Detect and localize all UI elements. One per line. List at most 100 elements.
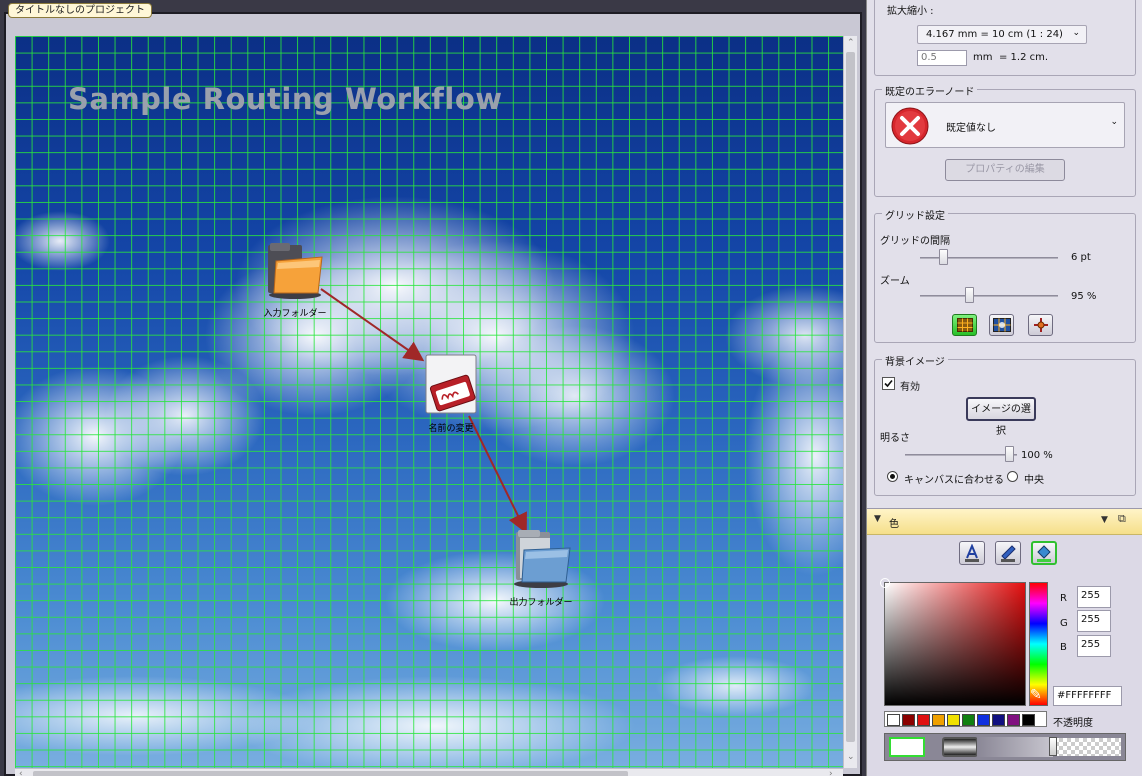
enabled-label: 有効 [900, 382, 920, 393]
connector-input-to-rename [320, 288, 425, 362]
horizontal-scrollbar[interactable]: ‹ › [15, 768, 843, 776]
scroll-left-icon[interactable]: ‹ [19, 769, 23, 776]
vertical-scroll-thumb[interactable] [846, 52, 855, 742]
solid-fill-button[interactable] [889, 737, 925, 757]
red-input[interactable]: 255 [1077, 586, 1111, 608]
color-swatch[interactable] [962, 714, 975, 726]
properties-panel: 拡大縮小 : 4.167 mm = 10 cm (1 : 24) ⌄ 0.5 m… [866, 0, 1142, 776]
grid-image-icon [992, 318, 1011, 332]
snap-to-grid-button[interactable] [1028, 314, 1053, 336]
grid-zoom-slider-track[interactable] [920, 295, 1058, 297]
node-rename[interactable]: 名前の変更 [419, 354, 483, 434]
green-label: G [1060, 618, 1068, 629]
error-node-title: 既定のエラーノード [882, 83, 978, 98]
background-image-group: 背景イメージ 有効 イメージの選択 明るさ 100 % キャンバスに合わせる 中… [874, 353, 1136, 496]
color-swatch[interactable] [932, 714, 945, 726]
blue-label: B [1060, 642, 1067, 653]
fit-canvas-radio[interactable] [887, 471, 898, 482]
scroll-down-icon[interactable]: ⌄ [847, 752, 855, 762]
pen-line-icon [1001, 545, 1016, 562]
eyedropper-icon[interactable]: ✎ [1030, 687, 1042, 703]
blue-folder-icon [514, 530, 571, 588]
orange-folder-icon [268, 243, 323, 299]
color-swatch[interactable] [947, 714, 960, 726]
error-node-select[interactable]: 既定値なし ⌄ [885, 102, 1125, 148]
line-color-button[interactable] [995, 541, 1021, 565]
grid-icon [956, 318, 973, 332]
grid-spacing-slider-thumb[interactable] [939, 249, 948, 265]
mm-unit-label: mm [973, 52, 993, 63]
color-swatch[interactable] [902, 714, 915, 726]
color-swatches [884, 711, 1047, 727]
color-field[interactable] [880, 578, 1026, 706]
red-label: R [1060, 593, 1067, 604]
green-input[interactable]: 255 [1077, 610, 1111, 632]
color-picker-cursor[interactable] [880, 578, 890, 588]
grid-zoom-slider-thumb[interactable] [965, 287, 974, 303]
snap-crosshair-icon [1033, 318, 1048, 332]
brightness-slider-track[interactable] [905, 454, 1017, 456]
color-swatch[interactable] [1022, 714, 1035, 726]
horizontal-scroll-thumb[interactable] [33, 771, 628, 776]
grid-spacing-label: グリッドの間隔 [880, 236, 950, 247]
vertical-scrollbar[interactable]: ⌃ ⌄ [843, 36, 857, 768]
scale-select-value: 4.167 mm = 10 cm (1 : 24) [926, 29, 1063, 40]
brightness-label: 明るさ [880, 433, 910, 444]
chevron-down-icon: ⌄ [1072, 28, 1080, 38]
color-section: ▼ 色 ▼ ⧉ ✎ R 255 G 255 B 255 #FFFFFFFF 不透… [867, 508, 1142, 776]
color-swatch[interactable] [887, 714, 900, 726]
node-label: 出力フォルダー [509, 598, 573, 608]
brightness-value: 100 % [1021, 450, 1053, 461]
scroll-right-icon[interactable]: › [829, 769, 833, 776]
mm-input[interactable]: 0.5 [917, 50, 967, 66]
color-title: 色 [889, 519, 899, 530]
scroll-up-icon[interactable]: ⌃ [847, 38, 855, 48]
document-frame: Sample Routing Workflow 入力フォルダー 名前の変更 出力… [4, 12, 862, 776]
scale-group: 拡大縮小 : 4.167 mm = 10 cm (1 : 24) ⌄ 0.5 m… [874, 0, 1136, 76]
node-output-folder[interactable]: 出力フォルダー [506, 528, 576, 608]
app-window: タイトルなしのプロジェクト Sample Routing Workflow 入力… [0, 0, 1142, 776]
grid-settings-group: グリッド設定 グリッドの間隔 6 pt ズーム 95 % [874, 207, 1136, 343]
hex-input[interactable]: #FFFFFFFF [1053, 686, 1122, 706]
scale-select[interactable]: 4.167 mm = 10 cm (1 : 24) ⌄ [917, 25, 1087, 44]
paint-bucket-icon [1037, 545, 1051, 562]
center-radio[interactable] [1007, 471, 1018, 482]
toggle-grid-button[interactable] [952, 314, 977, 336]
workflow-canvas[interactable]: Sample Routing Workflow 入力フォルダー 名前の変更 出力… [15, 36, 843, 768]
color-swatch[interactable] [992, 714, 1005, 726]
edit-properties-button[interactable]: プロパティの編集 [945, 159, 1065, 181]
fit-canvas-label: キャンバスに合わせる [904, 475, 1004, 486]
document-tab[interactable]: タイトルなしのプロジェクト [8, 3, 152, 18]
dropdown-triangle-icon[interactable]: ▼ [1101, 515, 1108, 525]
color-swatch[interactable] [1007, 714, 1020, 726]
scale-label: 拡大縮小 : [887, 6, 934, 17]
gradient-fill-button[interactable] [942, 737, 978, 757]
checkmark-icon [884, 379, 893, 388]
node-label: 入力フォルダー [263, 309, 327, 319]
rename-tag-icon [425, 354, 477, 414]
text-color-icon [965, 544, 979, 562]
center-label: 中央 [1024, 475, 1044, 486]
text-color-button[interactable] [959, 541, 985, 565]
grid-settings-title: グリッド設定 [882, 207, 948, 222]
fill-color-button[interactable] [1031, 541, 1057, 565]
cm-equivalent-label: = 1.2 cm. [999, 52, 1049, 63]
color-header[interactable]: ▼ 色 ▼ ⧉ [867, 509, 1142, 535]
grid-spacing-value: 6 pt [1071, 252, 1091, 263]
brightness-slider-thumb[interactable] [1005, 446, 1014, 462]
opacity-label: 不透明度 [1053, 718, 1093, 729]
grid-zoom-label: ズーム [880, 276, 910, 287]
node-input-folder[interactable]: 入力フォルダー [260, 239, 330, 319]
opacity-slider-thumb[interactable] [1049, 737, 1057, 756]
opacity-gradient [977, 737, 1053, 757]
grid-image-button[interactable] [989, 314, 1014, 336]
select-image-button[interactable]: イメージの選択 [966, 397, 1036, 437]
color-swatch[interactable] [917, 714, 930, 726]
enabled-checkbox[interactable] [882, 377, 895, 390]
opacity-slider[interactable] [1049, 737, 1121, 756]
color-swatch[interactable] [977, 714, 990, 726]
popout-icon[interactable]: ⧉ [1118, 512, 1126, 526]
collapse-triangle-icon[interactable]: ▼ [874, 514, 881, 524]
error-node-value: 既定値なし [946, 123, 996, 134]
blue-input[interactable]: 255 [1077, 635, 1111, 657]
